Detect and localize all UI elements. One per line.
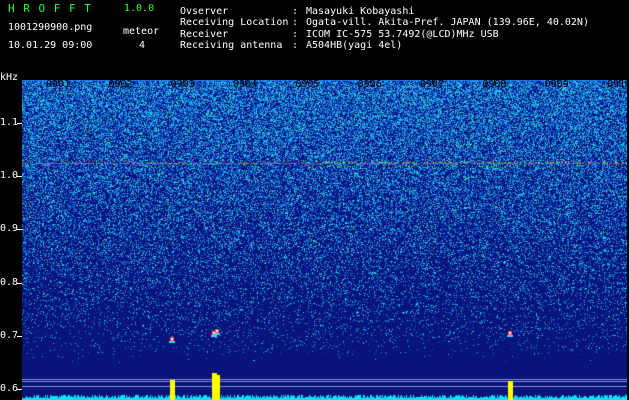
info-label-observer: Ovserver — [180, 6, 229, 17]
y-tick-label: 1.0 — [0, 170, 19, 181]
app-name: H R O F F T — [8, 2, 92, 15]
x-tick — [120, 80, 122, 83]
y-tick-label: 0.7 — [0, 330, 19, 341]
x-tick-label: 0910 — [607, 79, 629, 90]
x-tick — [58, 80, 59, 83]
info-sep-antenna: : — [292, 40, 299, 51]
x-tick — [307, 80, 309, 83]
x-tick — [432, 80, 433, 83]
info-sep-location: : — [292, 17, 299, 28]
y-tick-label: 0.8 — [0, 276, 19, 288]
x-tick — [494, 80, 496, 83]
y-tick-label: 1.1 — [0, 116, 19, 128]
info-sep-receiver: : — [292, 29, 299, 40]
datetime: 10.01.29 09:00 — [8, 40, 93, 51]
info-label-antenna: Receiving antenna — [180, 40, 283, 51]
hrofft-screen: H R O F F T 1.0.0 1001290900.png meteor … — [0, 0, 629, 400]
info-value-observer: Masayuki Kobayashi — [306, 6, 415, 17]
y-tick-label: 0.9 — [0, 223, 19, 235]
meteor-count: 4 — [139, 40, 146, 51]
y-tick-label: 0.6 — [0, 383, 19, 395]
info-label-location: Receiving Location — [180, 17, 289, 28]
info-value-location: Ogata-vill. Akita-Pref. JAPAN (139.96E, … — [306, 17, 589, 28]
spectrogram-canvas — [22, 80, 627, 400]
info-label-receiver: Receiver — [180, 29, 229, 40]
x-tick — [182, 80, 184, 83]
app-version: 1.0.0 — [124, 3, 155, 14]
frequency-axis-unit: kHz — [0, 72, 19, 83]
x-tick — [619, 80, 620, 83]
meteor-label: meteor — [123, 26, 160, 37]
filename: 1001290900.png — [8, 22, 93, 33]
info-sep-observer: : — [292, 6, 299, 17]
x-tick — [556, 80, 558, 83]
x-tick — [369, 80, 371, 83]
x-tick — [245, 80, 246, 83]
frequency-axis: kHz 1.1 1.0 0.9 0.8 0.7 0.6 — [0, 72, 22, 400]
info-value-receiver: ICOM IC-575 53.7492(@LCD)MHz USB — [306, 29, 499, 40]
info-value-antenna: A504HB(yagi 4el) — [306, 40, 403, 51]
